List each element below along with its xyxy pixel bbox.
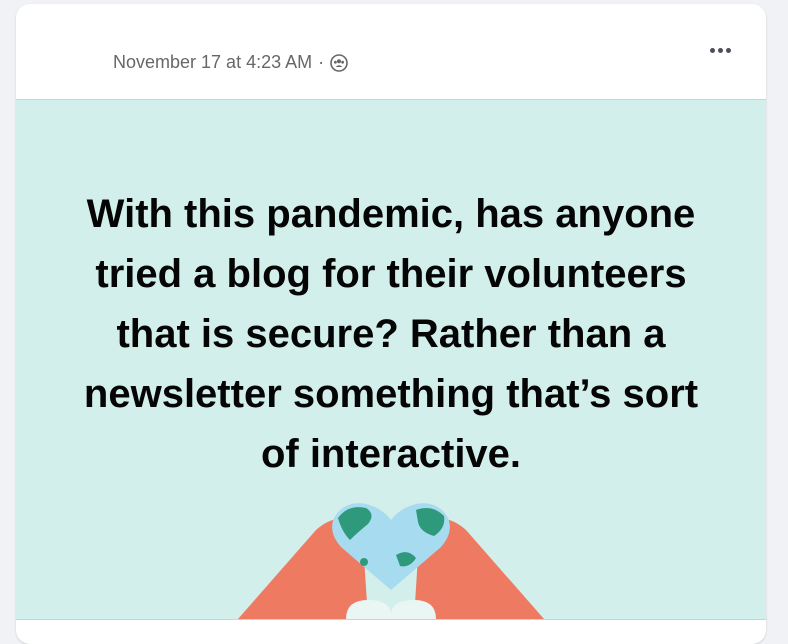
more-options-button[interactable] [700,32,740,68]
post-content[interactable]: With this pandemic, has anyone tried a b… [16,99,766,620]
post-timestamp[interactable]: November 17 at 4:23 AM [113,52,312,73]
more-horizontal-icon [709,47,731,53]
group-audience-icon[interactable] [330,53,348,72]
post-header: November 17 at 4:23 AM · [16,4,766,99]
post-meta: November 17 at 4:23 AM · [113,52,348,73]
post-card: November 17 at 4:23 AM · With this pande… [16,4,766,644]
meta-separator: · [318,52,325,72]
post-body-text: With this pandemic, has anyone tried a b… [83,192,699,476]
